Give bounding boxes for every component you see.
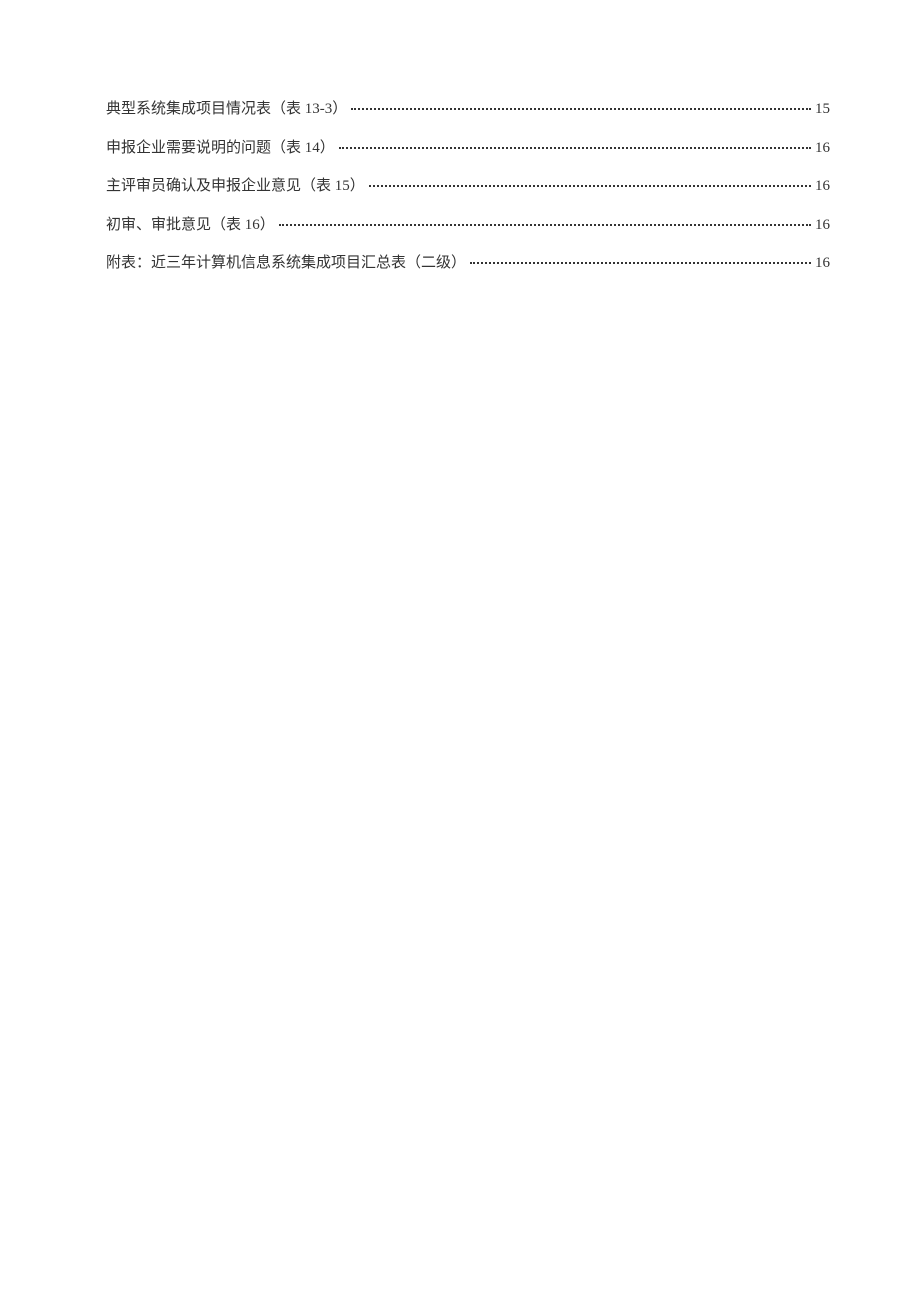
toc-entry: 典型系统集成项目情况表（表 13-3） 15 (106, 98, 830, 121)
toc-entry: 申报企业需要说明的问题（表 14） 16 (106, 137, 830, 160)
toc-page: 15 (815, 98, 830, 121)
toc-dots (339, 147, 811, 149)
toc-container: 典型系统集成项目情况表（表 13-3） 15 申报企业需要说明的问题（表 14）… (106, 98, 830, 291)
toc-title: 典型系统集成项目情况表（表 13-3） (106, 98, 347, 121)
toc-entry: 初审、审批意见（表 16） 16 (106, 214, 830, 237)
toc-page: 16 (815, 252, 830, 275)
toc-title: 主评审员确认及申报企业意见（表 15） (106, 175, 365, 198)
toc-dots (369, 185, 811, 187)
toc-dots (351, 108, 811, 110)
toc-dots (279, 224, 811, 226)
toc-dots (470, 262, 811, 264)
toc-entry: 附表：近三年计算机信息系统集成项目汇总表（二级） 16 (106, 252, 830, 275)
toc-title: 申报企业需要说明的问题（表 14） (106, 137, 335, 160)
toc-entry: 主评审员确认及申报企业意见（表 15） 16 (106, 175, 830, 198)
toc-page: 16 (815, 137, 830, 160)
toc-page: 16 (815, 214, 830, 237)
toc-title: 初审、审批意见（表 16） (106, 214, 275, 237)
toc-title: 附表：近三年计算机信息系统集成项目汇总表（二级） (106, 252, 466, 275)
toc-page: 16 (815, 175, 830, 198)
